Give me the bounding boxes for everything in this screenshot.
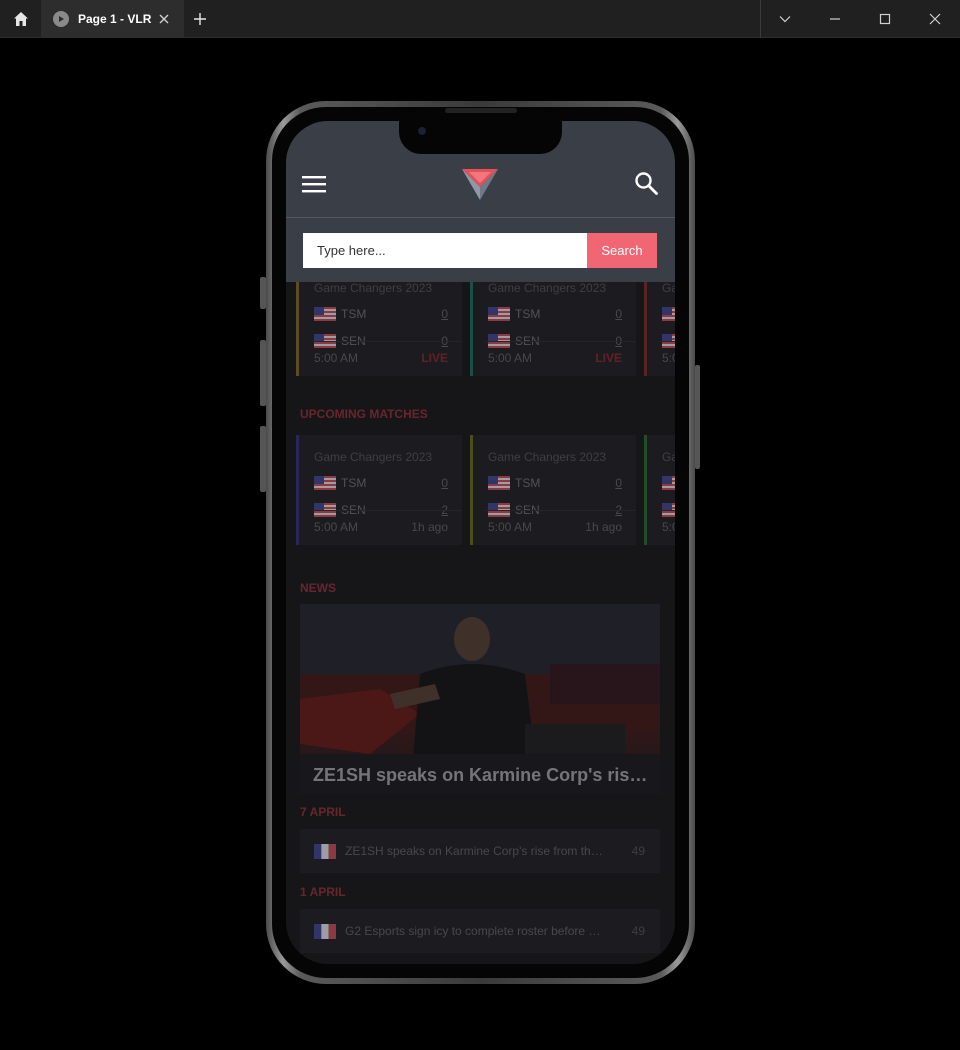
close-icon bbox=[929, 13, 941, 25]
window-controls bbox=[760, 0, 960, 38]
tab-title: Page 1 - VLR bbox=[78, 12, 152, 26]
hamburger-menu-icon[interactable] bbox=[302, 176, 326, 193]
home-icon bbox=[13, 12, 28, 26]
close-window-button[interactable] bbox=[910, 0, 960, 38]
new-tab-icon[interactable] bbox=[192, 11, 208, 27]
browser-tab[interactable]: Page 1 - VLR bbox=[41, 0, 184, 38]
minimize-icon bbox=[830, 18, 840, 20]
camera-icon bbox=[418, 127, 426, 135]
play-icon bbox=[53, 11, 69, 27]
phone-power-button bbox=[695, 365, 700, 469]
close-tab-icon[interactable] bbox=[157, 12, 171, 26]
maximize-button[interactable] bbox=[860, 0, 910, 38]
phone-screen: Game Changers 2023TSM0SEN05:00 AMLIVEGam… bbox=[286, 121, 675, 964]
search-bar: Search bbox=[286, 217, 675, 282]
window-titlebar: Page 1 - VLR bbox=[0, 0, 960, 38]
home-button[interactable] bbox=[0, 0, 41, 38]
chevron-down-icon bbox=[779, 16, 791, 23]
search-icon[interactable] bbox=[634, 171, 658, 195]
search-input[interactable] bbox=[303, 233, 587, 268]
search-button[interactable]: Search bbox=[587, 233, 657, 268]
tab-list-button[interactable] bbox=[760, 0, 810, 38]
minimize-button[interactable] bbox=[810, 0, 860, 38]
phone-speaker bbox=[445, 108, 517, 113]
phone-notch bbox=[399, 121, 562, 154]
maximize-icon bbox=[879, 13, 891, 25]
vlr-logo-icon[interactable] bbox=[461, 167, 499, 201]
